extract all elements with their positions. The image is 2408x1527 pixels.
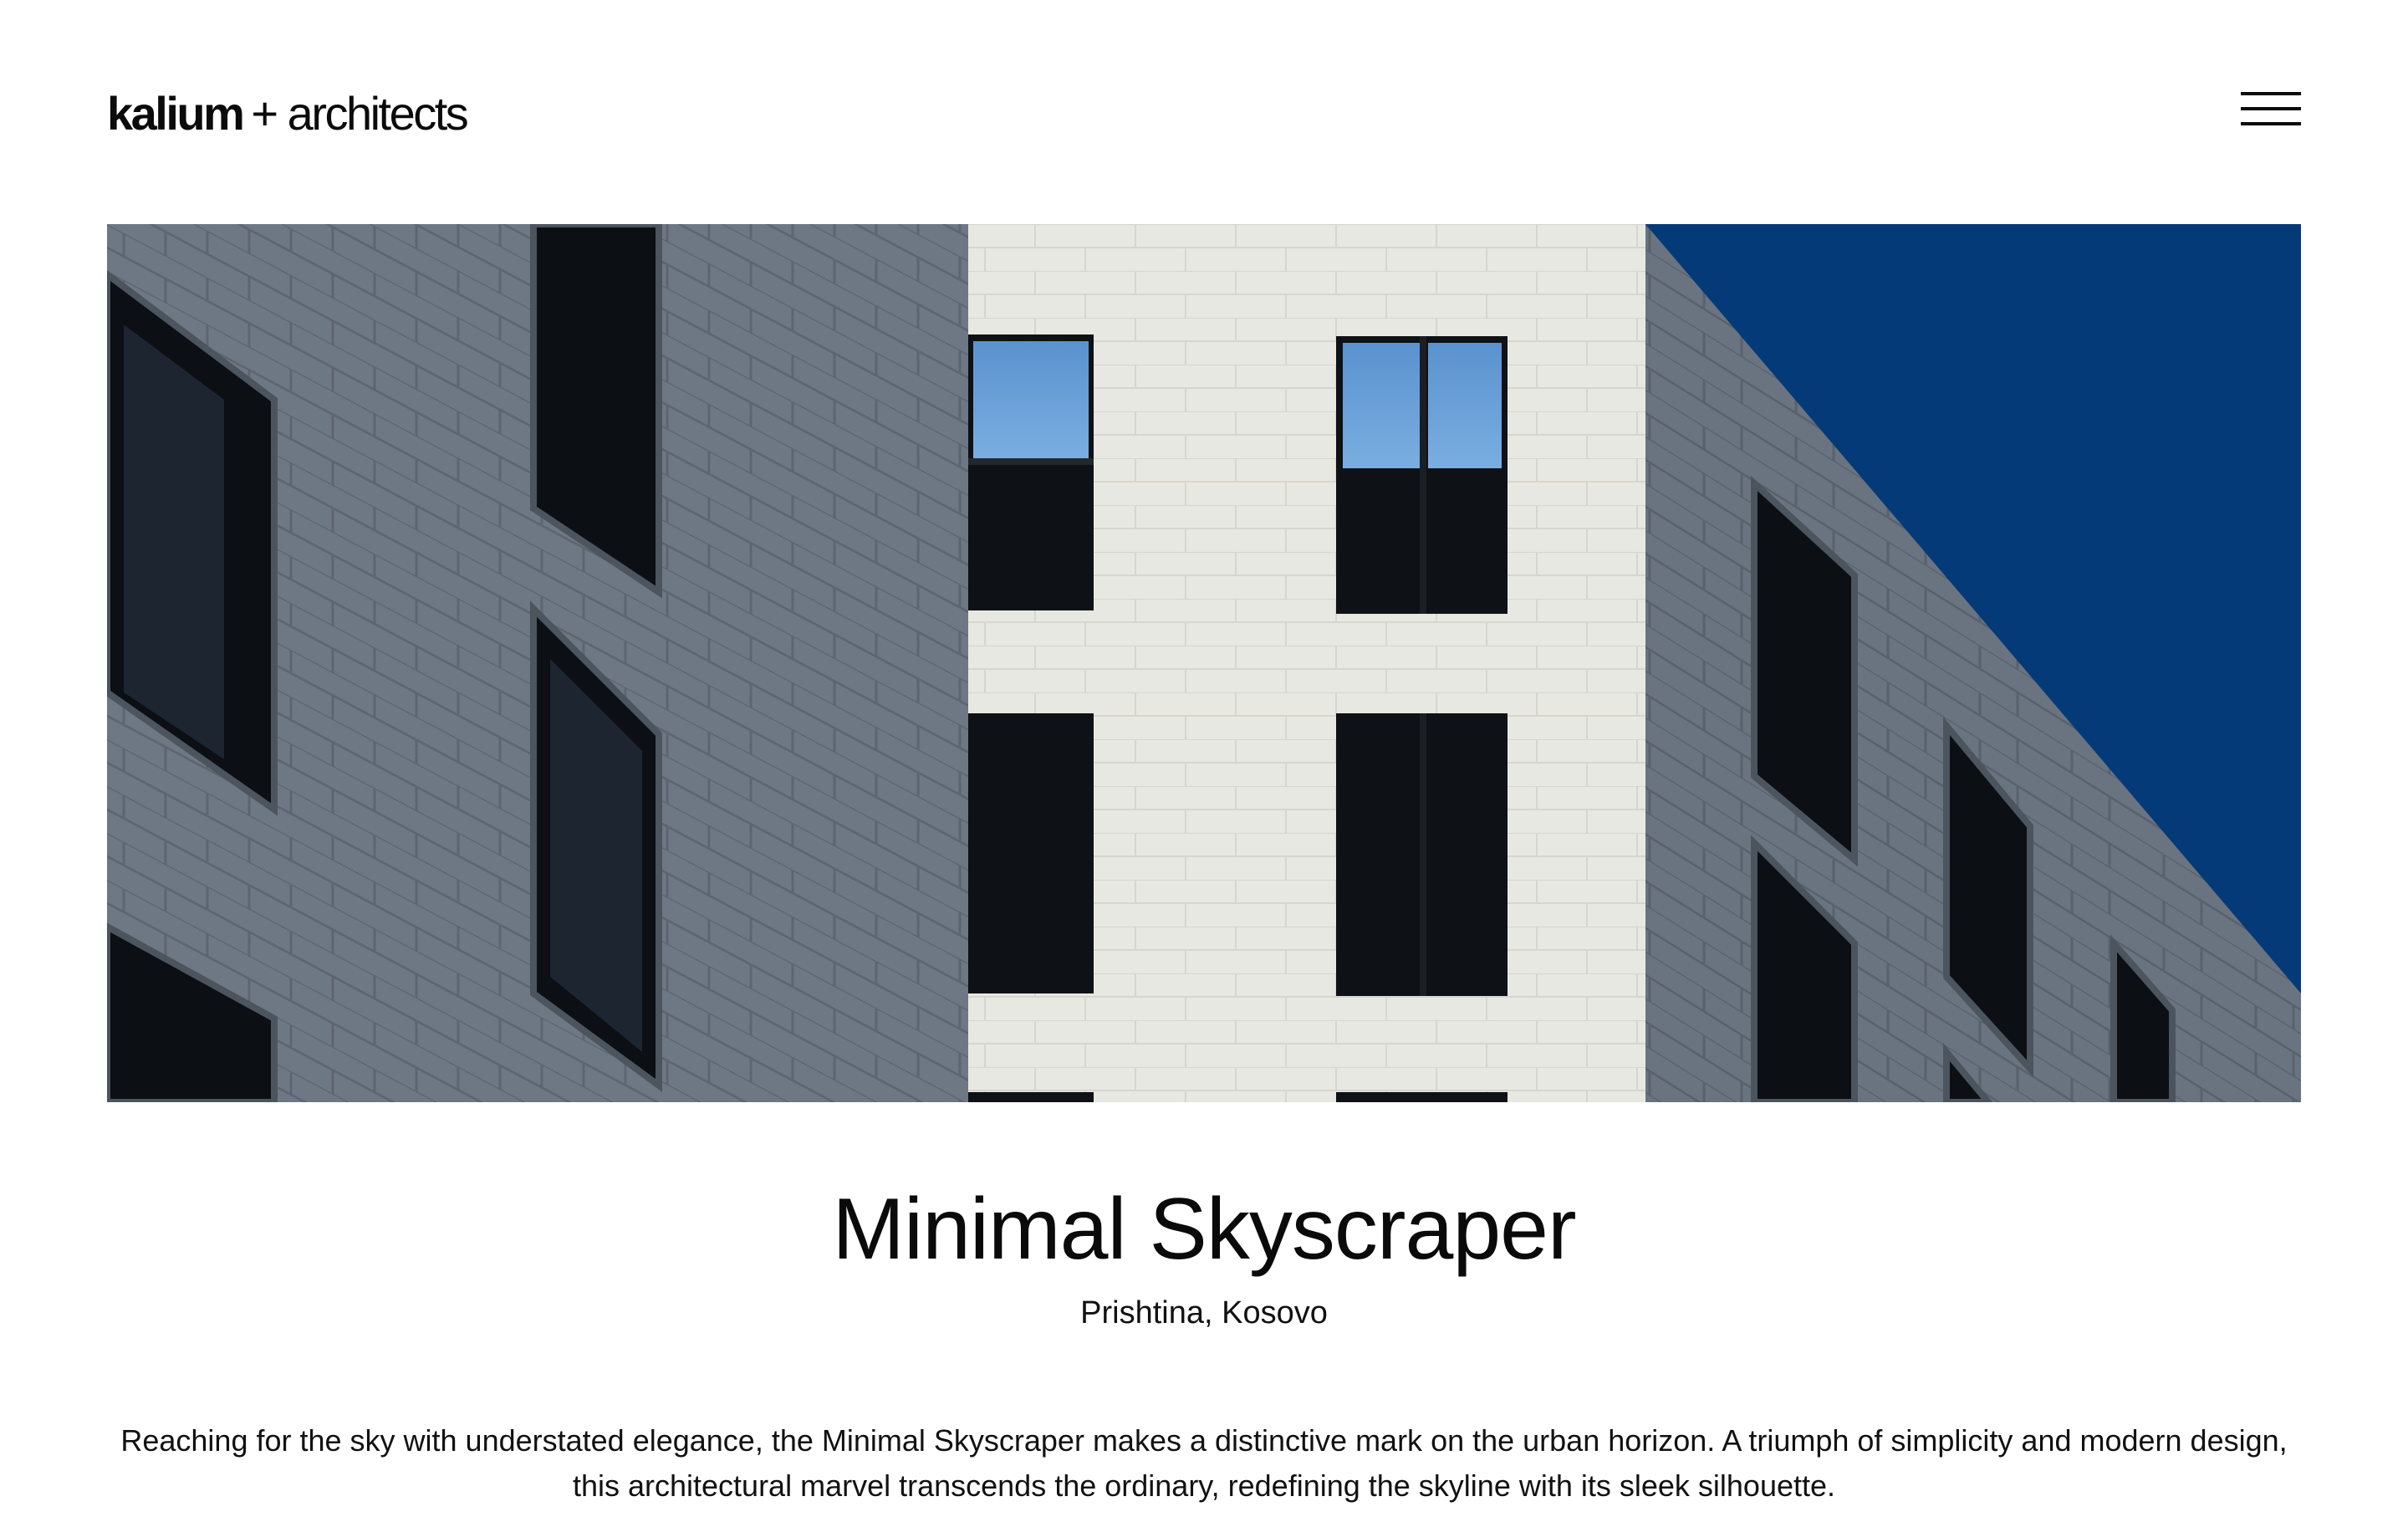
hamburger-menu-icon[interactable] bbox=[2241, 92, 2301, 125]
project-description: Reaching for the sky with understated el… bbox=[120, 1423, 2288, 1503]
logo-brand-name: kalium bbox=[107, 87, 245, 140]
menu-bar-top bbox=[2241, 92, 2301, 95]
project-title: Minimal Skyscraper bbox=[832, 1181, 1576, 1278]
building-facade-photo bbox=[107, 224, 2301, 1102]
project-location: Prishtina, Kosovo bbox=[1080, 1295, 1328, 1330]
menu-bar-middle bbox=[2241, 107, 2301, 110]
site-logo[interactable]: kalium + architects bbox=[107, 80, 469, 147]
hero-image bbox=[107, 224, 2301, 1102]
menu-bar-bottom bbox=[2241, 122, 2301, 125]
site-header: kalium + architects bbox=[107, 80, 2301, 147]
logo-brand-suffix: + architects bbox=[251, 87, 468, 140]
